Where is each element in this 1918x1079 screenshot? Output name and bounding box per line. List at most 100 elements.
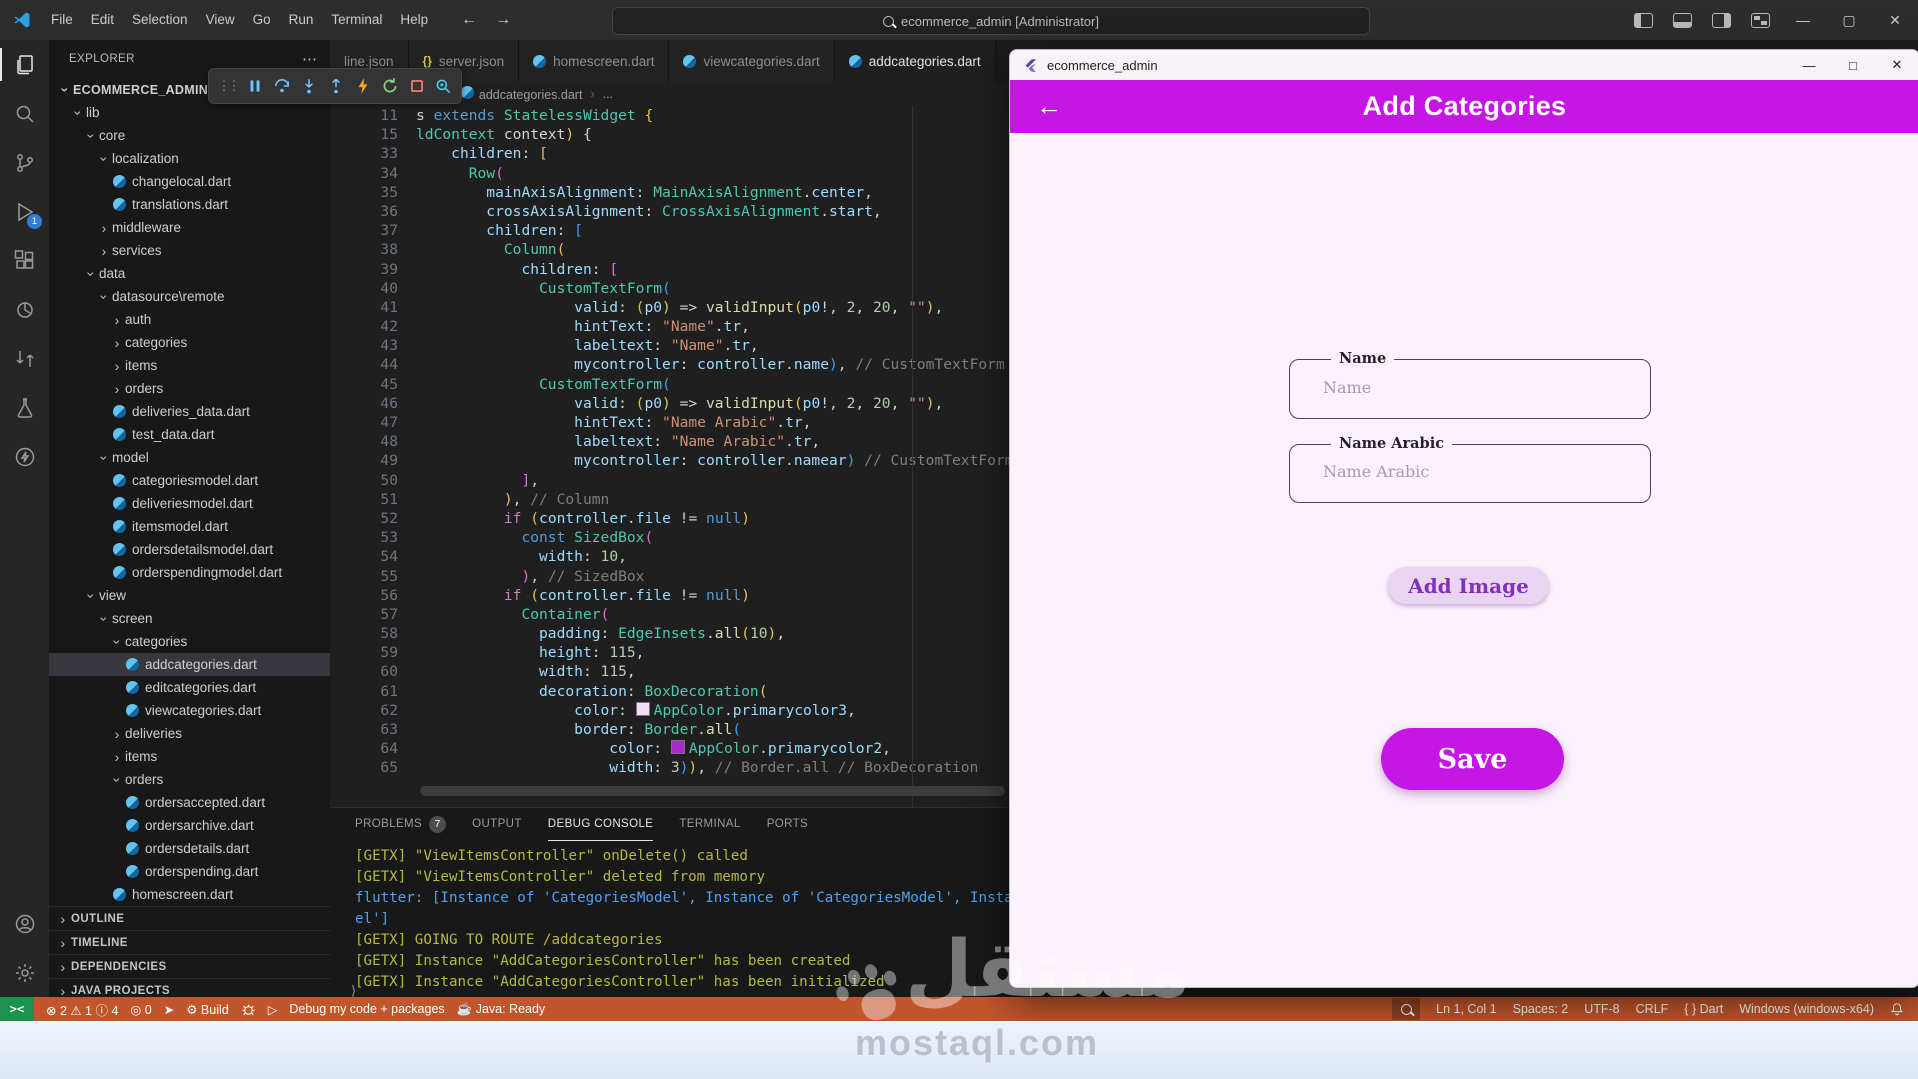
ports-status[interactable]: ◎ 0 xyxy=(130,1002,151,1017)
panel-tab-debug-console[interactable]: DEBUG CONSOLE xyxy=(547,808,654,841)
breadcrumb-item[interactable]: ... xyxy=(603,87,613,101)
tree-item[interactable]: orderspending.dart xyxy=(49,860,330,883)
tree-item[interactable]: › categories xyxy=(49,630,330,653)
back-button[interactable]: ← xyxy=(461,11,477,29)
forward-button[interactable]: → xyxy=(495,11,511,29)
tree-item[interactable]: › categories xyxy=(49,331,330,354)
tree-item[interactable]: › view xyxy=(49,584,330,607)
tree-item[interactable]: orderspendingmodel.dart xyxy=(49,561,330,584)
toggle-sidebar-icon[interactable] xyxy=(1634,12,1653,28)
tree-item[interactable]: › orders xyxy=(49,377,330,400)
step-over-icon[interactable] xyxy=(273,77,291,95)
tree-item[interactable]: ordersdetailsmodel.dart xyxy=(49,538,330,561)
tree-item[interactable]: categoriesmodel.dart xyxy=(49,469,330,492)
breadcrumb-item[interactable]: addcategories.dart xyxy=(460,86,582,102)
toggle-panel-icon[interactable] xyxy=(1673,12,1692,28)
spaces-indicator[interactable]: Spaces: 2 xyxy=(1513,1002,1569,1016)
pause-icon[interactable] xyxy=(246,77,264,95)
menu-help[interactable]: Help xyxy=(391,0,437,40)
run-debug-icon[interactable]: 1 xyxy=(0,187,49,236)
tree-item[interactable]: ordersaccepted.dart xyxy=(49,791,330,814)
step-out-icon[interactable] xyxy=(327,77,345,95)
tree-item[interactable]: › screen xyxy=(49,607,330,630)
add-image-button[interactable]: Add Image xyxy=(1388,567,1549,604)
tree-item[interactable]: › auth xyxy=(49,308,330,331)
app-minimize-button[interactable]: — xyxy=(1787,50,1831,80)
close-button[interactable]: ✕ xyxy=(1872,0,1918,40)
play-debug-icon[interactable]: ▷ xyxy=(268,1002,278,1017)
debug-config-label[interactable]: Debug my code + packages xyxy=(289,1002,444,1016)
tree-item[interactable]: › core xyxy=(49,124,330,147)
os-indicator[interactable]: Windows (windows-x64) xyxy=(1739,1002,1874,1016)
tree-item[interactable]: translations.dart xyxy=(49,193,330,216)
encoding-indicator[interactable]: UTF-8 xyxy=(1584,1002,1619,1016)
command-center-search[interactable]: ecommerce_admin [Administrator] xyxy=(612,7,1370,35)
tree-item[interactable]: homescreen.dart xyxy=(49,883,330,906)
tree-item[interactable]: › items xyxy=(49,354,330,377)
tree-item[interactable]: › deliveries xyxy=(49,722,330,745)
tab-homescreen.dart[interactable]: homescreen.dart xyxy=(519,40,670,82)
tree-item[interactable]: › items xyxy=(49,745,330,768)
dart-bolt-icon[interactable] xyxy=(0,432,49,481)
testing-flask-icon[interactable] xyxy=(0,383,49,432)
panel-tab-terminal[interactable]: TERMINAL xyxy=(679,808,740,840)
problems-status[interactable]: ⊗ 2 ⚠ 1 ⓘ 4 xyxy=(46,1000,118,1019)
tree-item[interactable]: › lib xyxy=(49,101,330,124)
menu-view[interactable]: View xyxy=(197,0,244,40)
line-col-indicator[interactable]: Ln 1, Col 1 xyxy=(1436,1002,1496,1016)
tree-item[interactable]: itemsmodel.dart xyxy=(49,515,330,538)
statusbar-search-icon[interactable] xyxy=(1392,998,1421,1020)
tree-item[interactable]: ordersarchive.dart xyxy=(49,814,330,837)
settings-gear-icon[interactable] xyxy=(0,948,49,997)
search-panel-icon[interactable] xyxy=(0,89,49,138)
menu-selection[interactable]: Selection xyxy=(123,0,197,40)
panel-tab-problems[interactable]: PROBLEMS 7 xyxy=(355,808,447,840)
sidebar-section-dependencies[interactable]: › DEPENDENCIES xyxy=(49,954,330,978)
explorer-icon[interactable] xyxy=(0,40,49,89)
sidebar-section-timeline[interactable]: › TIMELINE xyxy=(49,930,330,954)
tree-item[interactable]: › middleware xyxy=(49,216,330,239)
toggle-secondary-sidebar-icon[interactable] xyxy=(1712,12,1731,28)
widget-inspector-icon[interactable] xyxy=(434,77,452,95)
app-titlebar[interactable]: ecommerce_admin — □ ✕ xyxy=(1010,50,1918,80)
source-control-icon[interactable] xyxy=(0,138,49,187)
app-maximize-button[interactable]: □ xyxy=(1831,50,1875,80)
menu-go[interactable]: Go xyxy=(244,0,280,40)
tree-item[interactable]: › data xyxy=(49,262,330,285)
tree-item[interactable]: › model xyxy=(49,446,330,469)
menu-run[interactable]: Run xyxy=(280,0,323,40)
tree-item[interactable]: deliveriesmodel.dart xyxy=(49,492,330,515)
tab-addcategories.dart[interactable]: addcategories.dart xyxy=(834,40,996,82)
step-into-icon[interactable] xyxy=(300,77,318,95)
maximize-button[interactable]: ▢ xyxy=(1826,0,1872,40)
accounts-icon[interactable] xyxy=(0,899,49,948)
launch-icon[interactable]: ➤ xyxy=(164,1002,174,1017)
tree-item[interactable]: › services xyxy=(49,239,330,262)
eol-indicator[interactable]: CRLF xyxy=(1636,1002,1669,1016)
remote-indicator[interactable]: >< xyxy=(0,997,34,1021)
menu-terminal[interactable]: Terminal xyxy=(322,0,391,40)
java-status[interactable]: ☕ Java: Ready xyxy=(457,1002,546,1017)
tree-item[interactable]: changelocal.dart xyxy=(49,170,330,193)
tree-item[interactable]: editcategories.dart xyxy=(49,676,330,699)
restart-icon[interactable] xyxy=(381,77,399,95)
notifications-bell-icon[interactable] xyxy=(1890,1002,1904,1016)
hot-reload-icon[interactable] xyxy=(354,77,372,95)
save-button[interactable]: Save xyxy=(1381,728,1564,790)
sidebar-more-icon[interactable]: ⋯ xyxy=(302,50,318,68)
stop-icon[interactable] xyxy=(408,77,426,95)
menu-file[interactable]: File xyxy=(42,0,82,40)
sidebar-section-java-projects[interactable]: › JAVA PROJECTS xyxy=(49,978,330,997)
horizontal-scrollbar[interactable] xyxy=(420,786,1005,796)
sync-arrows-icon[interactable] xyxy=(0,334,49,383)
app-back-arrow-icon[interactable]: ← xyxy=(1036,91,1062,122)
language-indicator[interactable]: { } Dart xyxy=(1684,1002,1723,1016)
app-close-button[interactable]: ✕ xyxy=(1875,50,1918,80)
menu-edit[interactable]: Edit xyxy=(82,0,123,40)
sidebar-section-outline[interactable]: › OUTLINE xyxy=(49,906,330,930)
tree-item[interactable]: viewcategories.dart xyxy=(49,699,330,722)
build-button[interactable]: ⚙ Build xyxy=(186,1002,228,1017)
test-adapter-icon[interactable] xyxy=(0,285,49,334)
tree-item[interactable]: addcategories.dart xyxy=(49,653,330,676)
tree-item[interactable]: › localization xyxy=(49,147,330,170)
